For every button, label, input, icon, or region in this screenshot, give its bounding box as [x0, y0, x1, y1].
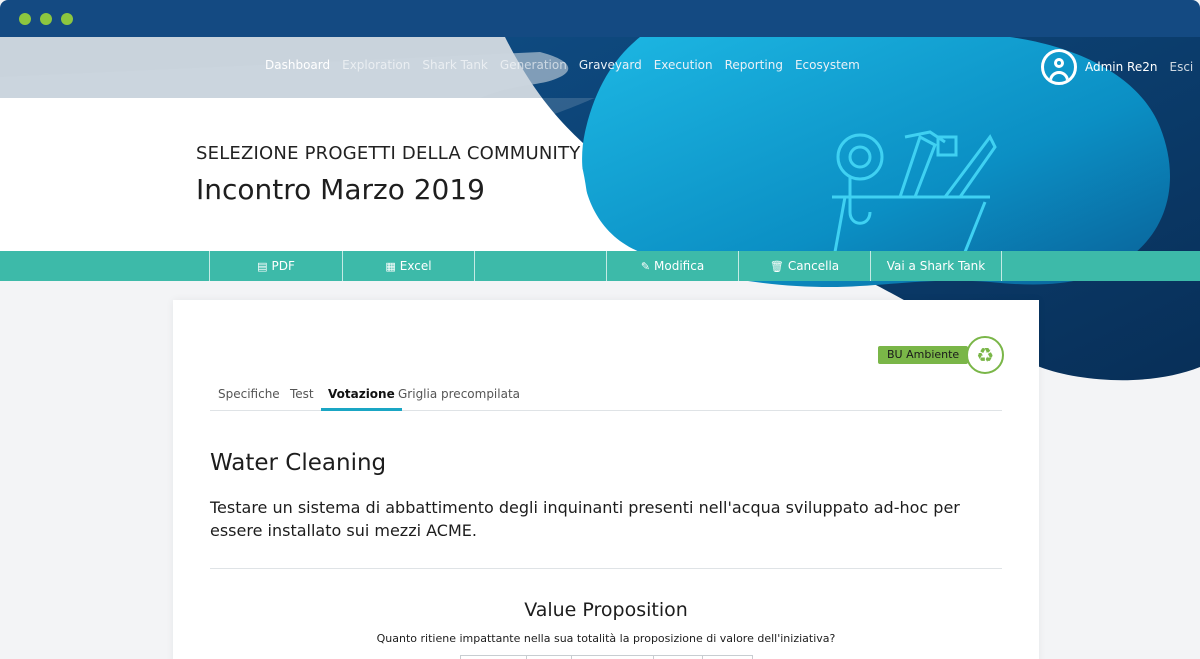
file-pdf-icon: ▤: [257, 259, 268, 273]
nav-item-shark-tank[interactable]: Shark Tank: [416, 58, 494, 72]
pdf-button[interactable]: ▤ PDF: [209, 251, 342, 281]
app-page: Dashboard Exploration Shark Tank Generation…: [0, 37, 1200, 659]
window-dot-icon: [40, 13, 52, 25]
logout-link[interactable]: Esci: [1169, 60, 1193, 74]
window-dot-icon: [61, 13, 73, 25]
excel-button[interactable]: ▦ Excel: [342, 251, 474, 281]
page-title: Incontro Marzo 2019: [196, 173, 485, 206]
user-name[interactable]: Admin Re2n: [1085, 60, 1157, 74]
user-circle-icon[interactable]: [1041, 49, 1077, 85]
project-title: Water Cleaning: [210, 450, 387, 476]
page-subtitle: SELEZIONE PROGETTI DELLA COMMUNITY: [196, 143, 581, 164]
main-menu: Dashboard Exploration Shark Tank Generation…: [259, 58, 866, 72]
delete-button-label: Cancella: [787, 259, 840, 273]
tab-specifiche[interactable]: Specifiche: [218, 387, 280, 411]
window-dot-icon: [19, 13, 31, 25]
nav-item-graveyard[interactable]: Graveyard: [573, 58, 648, 72]
tab-griglia-precompilata[interactable]: Griglia precompilata: [398, 387, 520, 411]
nav-item-exploration[interactable]: Exploration: [336, 58, 416, 72]
trash-icon: 🗑: [769, 259, 784, 273]
project-card: BU Ambiente ♻ Specifiche Test Votazione …: [173, 300, 1039, 659]
section-divider: [210, 568, 1002, 569]
edit-button[interactable]: ✎ Modifica: [606, 251, 738, 281]
top-navigation: Dashboard Exploration Shark Tank Generation…: [0, 37, 1200, 98]
delete-button[interactable]: 🗑 Cancella: [738, 251, 870, 281]
action-toolbar: ▤ PDF ▦ Excel ✎ Modifica 🗑 Cancella Vai …: [0, 251, 1200, 281]
shark-tank-button-label: Vai a Shark Tank: [886, 259, 986, 273]
window-titlebar: [0, 0, 1200, 37]
nav-item-ecosystem[interactable]: Ecosystem: [789, 58, 866, 72]
pdf-button-label: PDF: [271, 259, 295, 273]
nav-item-reporting[interactable]: Reporting: [719, 58, 789, 72]
badge-label: BU Ambiente: [878, 346, 969, 364]
excel-button-label: Excel: [399, 259, 432, 273]
empty-toolbar-slot: [474, 251, 606, 281]
value-proposition-title: Value Proposition: [524, 599, 688, 621]
nav-item-dashboard[interactable]: Dashboard: [259, 58, 336, 72]
tab-test[interactable]: Test: [290, 387, 314, 411]
pencil-icon: ✎: [640, 259, 651, 273]
rating-scale: [460, 655, 753, 659]
nav-item-generation[interactable]: Generation: [494, 58, 573, 72]
project-description: Testare un sistema di abbattimento degli…: [210, 498, 960, 540]
file-excel-icon: ▦: [385, 259, 396, 273]
shark-tank-button[interactable]: Vai a Shark Tank: [870, 251, 1002, 281]
tab-votazione[interactable]: Votazione: [321, 387, 402, 411]
edit-button-label: Modifica: [654, 259, 705, 273]
value-proposition-question: Quanto ritiene impattante nella sua tota…: [376, 632, 836, 645]
business-unit-badge: BU Ambiente ♻: [878, 336, 1005, 374]
recycle-icon: ♻: [966, 336, 1005, 374]
user-area: Admin Re2n Esci: [1041, 49, 1193, 85]
tab-bar: Specifiche Test Votazione Griglia precom…: [210, 378, 1002, 411]
nav-item-execution[interactable]: Execution: [648, 58, 719, 72]
